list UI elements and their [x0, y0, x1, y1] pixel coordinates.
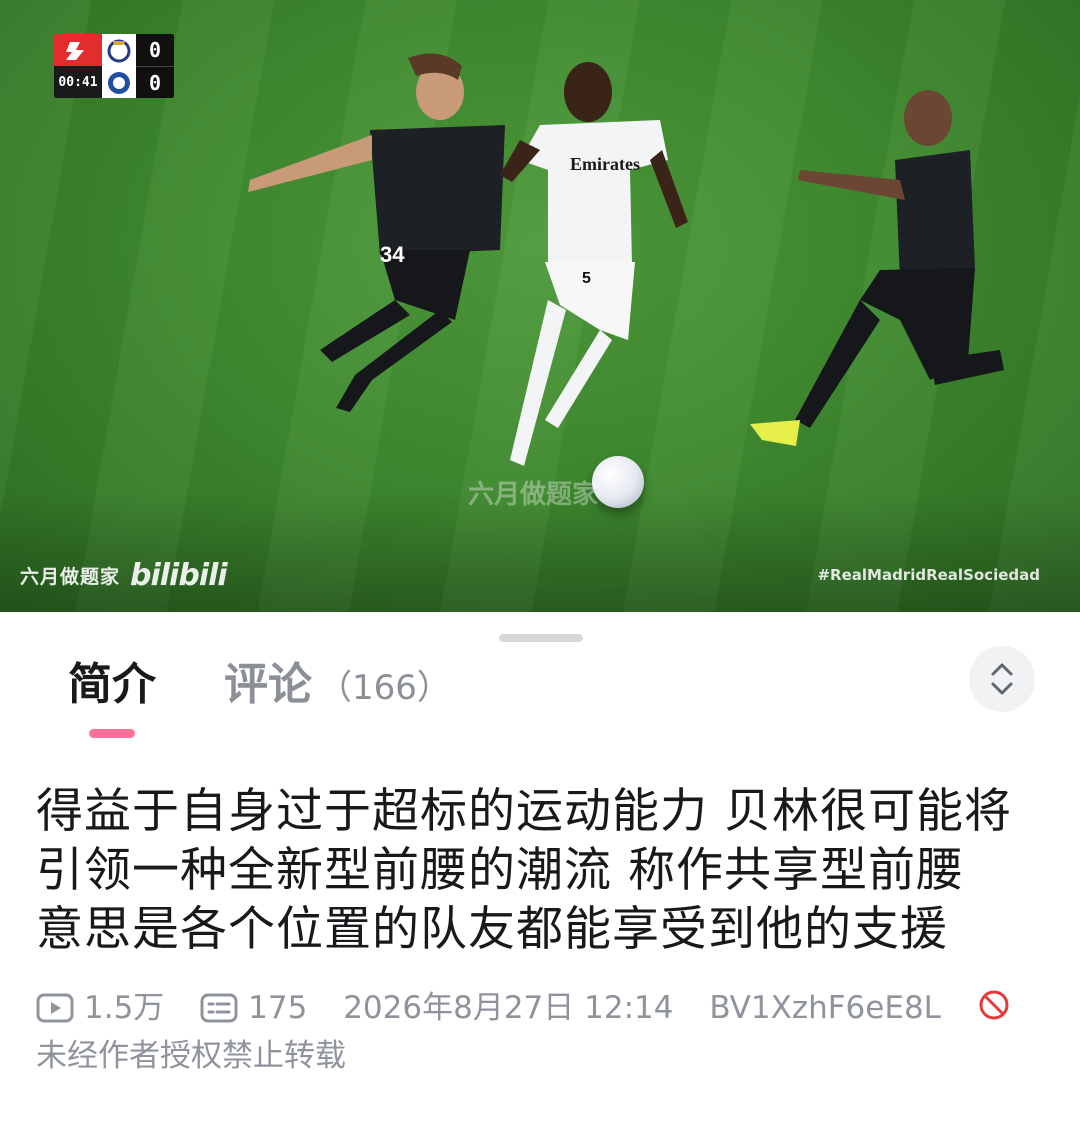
- detail-sheet: 简介 评论 （166） 得益于自身过于超标的运动能力 贝林很可能将 引领一种全新…: [0, 612, 1080, 1122]
- tab-comments-label: 评论: [224, 659, 312, 710]
- video-player[interactable]: 34 Emirates 5 00:41 0 0 六月做题家 六月做题家 bili…: [0, 0, 1080, 612]
- no-reprint-text: 未经作者授权禁止转载: [36, 1037, 346, 1074]
- match-hashtag: #RealMadridRealSociedad: [817, 566, 1040, 584]
- laliga-logo-icon: [54, 34, 102, 66]
- svg-text:Emirates: Emirates: [570, 154, 640, 174]
- center-watermark: 六月做题家: [468, 480, 599, 510]
- title-line: 意思是各个位置的队友都能享受到他的支援: [36, 902, 948, 957]
- view-count-value: 1.5万: [84, 989, 165, 1026]
- expand-button[interactable]: [969, 646, 1035, 712]
- player-away-left: 34: [248, 53, 505, 412]
- drag-handle[interactable]: [499, 634, 583, 642]
- tab-intro[interactable]: 简介: [68, 648, 156, 712]
- uploader-watermark: 六月做题家 bilibili: [20, 558, 228, 593]
- tab-active-indicator: [89, 729, 135, 738]
- danmaku-count: 175: [200, 984, 307, 1032]
- real-madrid-crest-icon: [102, 34, 136, 66]
- match-clock: 00:41: [54, 66, 102, 98]
- home-score: 0: [136, 34, 174, 66]
- comments-count: （166）: [318, 668, 451, 708]
- video-meta: 1.5万 175 2026年8月27日 12:14 BV1XzhF6eE8L 未…: [36, 982, 1036, 1080]
- view-count: 1.5万: [36, 984, 164, 1032]
- expand-collapse-icon: [991, 663, 1013, 695]
- title-line: 引领一种全新型前腰的潮流 称作共享型前腰: [36, 843, 964, 898]
- real-sociedad-crest-icon: [102, 66, 136, 98]
- svg-text:34: 34: [380, 242, 405, 267]
- tab-comments[interactable]: 评论 （166）: [224, 648, 451, 712]
- danmaku-count-value: 175: [248, 989, 308, 1026]
- bilibili-logo: bilibili: [130, 558, 228, 593]
- no-entry-icon: [979, 990, 1009, 1020]
- play-count-icon: [36, 993, 74, 1022]
- svg-text:5: 5: [582, 270, 591, 287]
- player-away-right: [750, 90, 1004, 446]
- danmaku-icon: [200, 993, 238, 1022]
- video-title: 得益于自身过于超标的运动能力 贝林很可能将 引领一种全新型前腰的潮流 称作共享型…: [36, 782, 1056, 959]
- away-score: 0: [136, 66, 174, 98]
- publish-datetime: 2026年8月27日 12:14: [343, 989, 674, 1026]
- watermark-uploader-name: 六月做题家: [20, 566, 121, 588]
- title-line: 得益于自身过于超标的运动能力 贝林很可能将: [36, 784, 1012, 839]
- bvid[interactable]: BV1XzhF6eE8L: [709, 984, 941, 1032]
- scoreboard: 00:41 0 0: [54, 34, 174, 98]
- player-home-center: Emirates 5: [500, 62, 688, 466]
